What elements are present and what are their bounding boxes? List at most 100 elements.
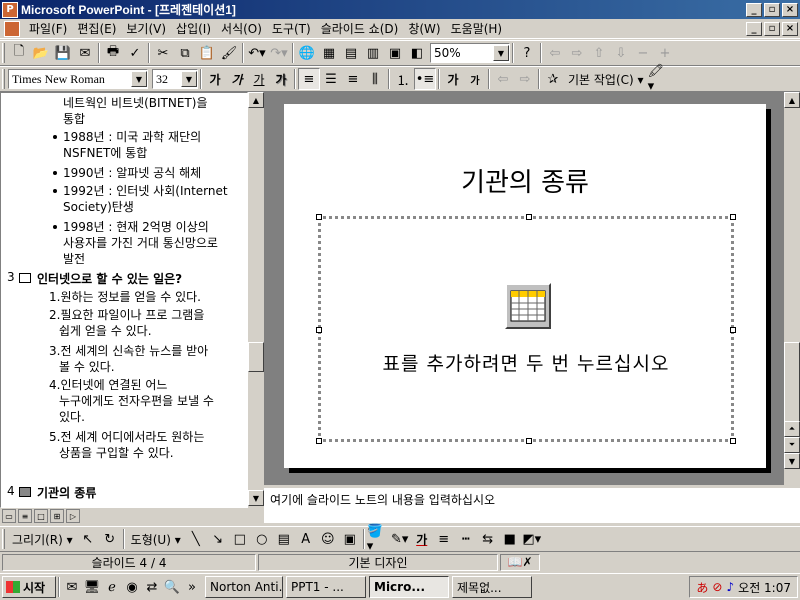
- scroll-down-icon[interactable]: ▼: [784, 453, 800, 469]
- tables-borders-icon[interactable]: ▤: [340, 42, 362, 64]
- menu-slideshow[interactable]: 슬라이드 쇼(D): [316, 20, 404, 37]
- undo-icon[interactable]: ↶▾: [246, 42, 268, 64]
- email-icon[interactable]: ✉: [74, 42, 96, 64]
- scroll-thumb[interactable]: [784, 342, 800, 422]
- dash-style-icon[interactable]: ┅: [455, 528, 477, 550]
- resize-handle[interactable]: [316, 438, 322, 444]
- volume-icon[interactable]: ♪: [726, 580, 734, 594]
- start-button[interactable]: 시작: [2, 576, 56, 598]
- slide-icon[interactable]: [19, 273, 31, 283]
- chevron-down-icon[interactable]: ▼: [181, 71, 197, 87]
- network-icon[interactable]: ⇄: [142, 577, 162, 597]
- insert-table-icon[interactable]: ▦: [318, 42, 340, 64]
- demote-icon[interactable]: ⇨: [566, 42, 588, 64]
- draw-menu-button[interactable]: 그리기(R) ▾: [8, 531, 77, 548]
- scroll-down-double-icon[interactable]: ⏷: [784, 437, 800, 453]
- minimize-button[interactable]: _: [746, 2, 762, 17]
- shadow-button[interactable]: 가: [270, 68, 292, 90]
- align-left-icon[interactable]: ≡: [298, 68, 320, 90]
- cut-icon[interactable]: ✂: [152, 42, 174, 64]
- underline-button[interactable]: 가: [248, 68, 270, 90]
- ime-icon[interactable]: あ: [696, 579, 708, 596]
- redo-icon[interactable]: ↷▾: [268, 42, 290, 64]
- grayscale-icon[interactable]: ◧: [406, 42, 428, 64]
- format-painter-icon[interactable]: 🖌: [218, 42, 240, 64]
- picture-icon[interactable]: ▣: [339, 528, 361, 550]
- outline-pane[interactable]: 네트웍인 비트넷(BITNET)을 통합 1988년 : 미국 과학 재단의 N…: [0, 92, 248, 508]
- line-icon[interactable]: ╲: [185, 528, 207, 550]
- collapse-icon[interactable]: −: [632, 42, 654, 64]
- menu-window[interactable]: 창(W): [403, 20, 445, 37]
- hyperlink-icon[interactable]: 🌐: [296, 42, 318, 64]
- move-down-icon[interactable]: ⇩: [610, 42, 632, 64]
- task-untitled[interactable]: 제목없...: [452, 576, 532, 598]
- select-arrow-icon[interactable]: ↖: [77, 528, 99, 550]
- promote-icon[interactable]: ⇦: [544, 42, 566, 64]
- rectangle-icon[interactable]: □: [229, 528, 251, 550]
- clipart-icon[interactable]: ☺: [317, 528, 339, 550]
- zoom-combo[interactable]: 50% ▼: [430, 43, 510, 63]
- resize-handle[interactable]: [316, 214, 322, 220]
- resize-handle[interactable]: [526, 438, 532, 444]
- scroll-up-icon[interactable]: ▲: [784, 92, 800, 108]
- textbox-icon[interactable]: ▤: [273, 528, 295, 550]
- menu-help[interactable]: 도움말(H): [446, 20, 508, 37]
- normal-view-icon[interactable]: ▭: [2, 509, 16, 523]
- menu-edit[interactable]: 편집(E): [72, 20, 121, 37]
- 3d-icon[interactable]: ◩▾: [521, 528, 543, 550]
- menu-format[interactable]: 서식(O): [216, 20, 267, 37]
- doc-close-button[interactable]: ×: [782, 21, 798, 36]
- common-tasks-button[interactable]: 기본 작업(C) ▾: [564, 71, 648, 88]
- align-right-icon[interactable]: ≡: [342, 68, 364, 90]
- increase-font-button[interactable]: 가: [442, 68, 464, 90]
- save-icon[interactable]: 💾: [52, 42, 74, 64]
- fill-color-icon[interactable]: 🪣▾: [367, 524, 389, 554]
- arrow-style-icon[interactable]: ⇆: [477, 528, 499, 550]
- align-center-icon[interactable]: ☰: [320, 68, 342, 90]
- slide-view-icon[interactable]: □: [34, 509, 48, 523]
- new-icon[interactable]: 🗋: [8, 42, 30, 64]
- resize-handle[interactable]: [730, 438, 736, 444]
- line-style-icon[interactable]: ≡: [433, 528, 455, 550]
- numbering-icon[interactable]: ⒈: [392, 68, 414, 90]
- font-size-combo[interactable]: 32 ▼: [152, 69, 198, 89]
- close-button[interactable]: ×: [782, 2, 798, 17]
- outlook-icon[interactable]: ✉: [62, 577, 82, 597]
- table-placeholder[interactable]: 표를 추가하려면 두 번 누르십시오: [316, 214, 736, 444]
- scroll-thumb[interactable]: [248, 342, 264, 372]
- menu-view[interactable]: 보기(V): [121, 20, 171, 37]
- resize-handle[interactable]: [526, 214, 532, 220]
- resize-handle[interactable]: [316, 327, 322, 333]
- paste-icon[interactable]: 📋: [196, 42, 218, 64]
- autoshapes-button[interactable]: 도형(U) ▾: [127, 531, 185, 548]
- decrease-font-button[interactable]: 가: [464, 68, 486, 90]
- shadow-icon[interactable]: ■: [499, 528, 521, 550]
- table-icon[interactable]: [505, 283, 551, 329]
- font-name-combo[interactable]: Times New Roman ▼: [8, 69, 148, 89]
- search-icon[interactable]: 🔍: [162, 577, 182, 597]
- bullets-icon[interactable]: •≡: [414, 68, 436, 90]
- slide-icon[interactable]: [19, 487, 31, 497]
- italic-button[interactable]: 가: [226, 68, 248, 90]
- chevron-right-icon[interactable]: »: [182, 577, 202, 597]
- copy-icon[interactable]: ⧉: [174, 42, 196, 64]
- title-bar[interactable]: P Microsoft PowerPoint - [프레젠테이션1] _ ▫ ×: [0, 0, 800, 19]
- powerpoint-app-icon[interactable]: P: [2, 1, 18, 18]
- oval-icon[interactable]: ○: [251, 528, 273, 550]
- insert-chart-icon[interactable]: ▥: [362, 42, 384, 64]
- notes-pane[interactable]: 여기에 슬라이드 노트의 내용을 입력하십시오: [264, 485, 800, 523]
- animation-effects-icon[interactable]: ✰: [542, 68, 564, 90]
- task-norton[interactable]: Norton Anti...: [205, 576, 283, 598]
- slide-title[interactable]: 기관의 종류: [284, 162, 766, 199]
- spelling-status-icon[interactable]: 📖✗: [500, 553, 540, 571]
- free-rotate-icon[interactable]: ↻: [99, 528, 121, 550]
- toolbar-grip[interactable]: [2, 69, 5, 89]
- toolbar-grip[interactable]: [2, 43, 5, 63]
- scroll-up-icon[interactable]: ▲: [248, 92, 264, 108]
- ie-icon[interactable]: ℯ: [102, 577, 122, 597]
- outline-view-icon[interactable]: ≡: [18, 509, 32, 523]
- help-icon[interactable]: ?: [516, 42, 538, 64]
- font-color-button[interactable]: 가: [411, 528, 433, 550]
- bold-button[interactable]: 가: [204, 68, 226, 90]
- menu-file[interactable]: 파일(F): [24, 20, 72, 37]
